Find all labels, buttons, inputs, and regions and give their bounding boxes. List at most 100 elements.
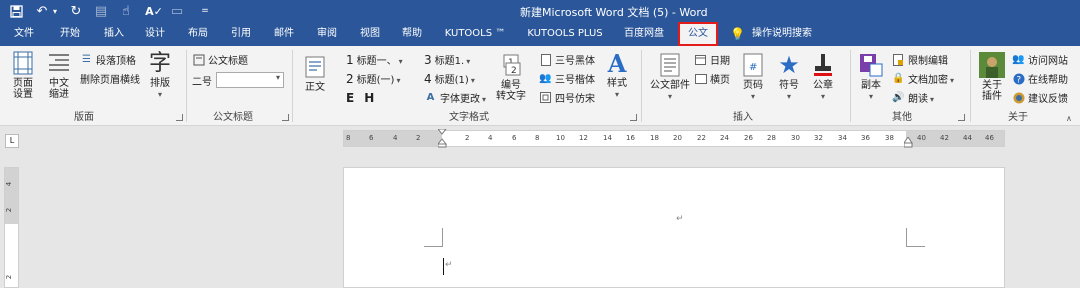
title-size-label: 二号: [192, 77, 212, 88]
font-change-button[interactable]: A 字体更改: [424, 89, 486, 106]
tab-layout[interactable]: 布局: [182, 22, 214, 46]
typesetting-button[interactable]: 字 排版 ▾: [146, 50, 174, 100]
tab-references[interactable]: 引用: [225, 22, 257, 46]
number-icon: 12: [498, 52, 524, 78]
heading-4-button[interactable]: 4 标题(1): [424, 70, 475, 87]
svg-text:#: #: [749, 62, 757, 73]
read-aloud-button[interactable]: 🔊 朗读: [892, 89, 934, 106]
heading-3-button[interactable]: 3 标题1.: [424, 51, 470, 68]
chevron-down-icon: ▾: [275, 73, 280, 82]
restrict-icon: [892, 53, 905, 66]
remove-header-line-button[interactable]: 删除页眉横线: [80, 70, 140, 87]
visit-website-button[interactable]: 👥 访问网站: [1012, 51, 1068, 68]
chinese-indent-button[interactable]: 中文 缩进: [44, 50, 74, 100]
group-label-text-format: 文字格式: [449, 112, 489, 123]
tell-me-search[interactable]: 操作说明搜索: [752, 22, 818, 46]
official-seal-button[interactable]: 公章 ▾: [808, 52, 838, 102]
vertical-ruler[interactable]: 4 2 2: [4, 167, 19, 288]
group-launcher-text-format[interactable]: [630, 114, 637, 121]
doc-encrypt-button[interactable]: 🔒 文档加密: [892, 70, 954, 87]
touch-mode-icon[interactable]: ☝: [118, 3, 134, 19]
feedback-button[interactable]: 建议反馈: [1012, 89, 1068, 106]
collapse-ribbon-icon[interactable]: ∧: [1066, 114, 1072, 123]
print-preview-icon[interactable]: ▭: [169, 3, 185, 19]
tab-kutools[interactable]: KUTOOLS ™: [438, 22, 512, 46]
style-button[interactable]: A 样式 ▾: [602, 50, 632, 100]
group-separator: [641, 50, 642, 122]
heading-2-button[interactable]: 2 标题(一): [346, 70, 400, 87]
tab-help[interactable]: 帮助: [396, 22, 428, 46]
group-label-banmian: 版面: [74, 112, 94, 123]
title-icon: [192, 53, 205, 66]
undo-dropdown-icon[interactable]: ▾: [50, 3, 60, 19]
title-size-select[interactable]: ▾: [216, 72, 284, 88]
page-number-button[interactable]: # 页码 ▾: [738, 52, 768, 102]
paragraph-top-align-button[interactable]: ☰ 段落顶格: [80, 51, 136, 68]
crop-mark-top-left: [424, 228, 443, 247]
doc-parts-button[interactable]: 公文部件 ▾: [648, 52, 692, 102]
online-help-button[interactable]: ? 在线帮助: [1012, 70, 1068, 87]
gongwen-title-button[interactable]: 公文标题: [192, 51, 248, 68]
tab-home[interactable]: 开始: [54, 22, 86, 46]
tab-insert[interactable]: 插入: [98, 22, 130, 46]
document-icon: [539, 53, 552, 66]
group-separator: [186, 50, 187, 122]
page-number-icon: #: [740, 52, 766, 78]
copy-button[interactable]: 副本 ▾: [856, 52, 886, 102]
tab-kutools-plus[interactable]: KUTOOLS PLUS: [522, 22, 608, 46]
page-setup-button[interactable]: 页面 设置: [8, 50, 38, 100]
e-button[interactable]: E: [346, 91, 354, 105]
number-to-text-button[interactable]: 12 编号 转文字: [494, 52, 528, 102]
e-h-buttons[interactable]: E H: [346, 89, 374, 106]
right-indent-marker-icon[interactable]: [903, 136, 913, 148]
body-text-icon: [302, 54, 328, 80]
undo-icon[interactable]: ↶: [34, 3, 50, 19]
customize-qat-icon[interactable]: =: [199, 3, 211, 19]
tab-design[interactable]: 设计: [139, 22, 171, 46]
font-change-icon: A: [426, 92, 435, 103]
format-painter-icon[interactable]: A✓: [145, 3, 163, 19]
new-doc-icon[interactable]: ▤: [93, 3, 109, 19]
body-text-button[interactable]: 正文: [300, 54, 330, 93]
svg-text:?: ?: [1016, 75, 1021, 85]
group-launcher-banmian[interactable]: [176, 114, 183, 121]
h-button[interactable]: H: [364, 91, 374, 105]
tab-selector[interactable]: L: [5, 134, 19, 148]
tab-file[interactable]: 文件: [8, 22, 40, 46]
doc-parts-icon: [657, 52, 683, 78]
stamp-icon: [810, 52, 836, 78]
tab-baidu-netdisk[interactable]: 百度网盘: [617, 22, 671, 46]
group-launcher-gongwen-title[interactable]: [282, 114, 289, 121]
star-icon: ★: [778, 50, 800, 79]
group-separator: [970, 50, 971, 122]
document-page[interactable]: ↵ ↵: [343, 167, 1005, 288]
insert-date-button[interactable]: 日期: [694, 51, 730, 68]
feedback-icon: [1012, 91, 1025, 104]
align-top-icon: ☰: [82, 54, 91, 65]
symbol-button[interactable]: ★ 符号 ▾: [774, 52, 804, 102]
group-launcher-other[interactable]: [958, 114, 965, 121]
font-heiti-button[interactable]: 三号黑体: [539, 51, 595, 68]
cursor-paragraph-mark: ↵: [445, 260, 453, 270]
font-kaiti-button[interactable]: 👥 三号楷体: [539, 70, 595, 87]
save-icon[interactable]: [8, 3, 24, 19]
redo-icon[interactable]: ↻: [68, 3, 84, 19]
users-icon: 👥: [1012, 54, 1025, 65]
restrict-edit-button[interactable]: 限制编辑: [892, 51, 948, 68]
group-separator: [850, 50, 851, 122]
horizontal-ruler[interactable]: 8 6 4 2 2 4 6 8 10 12 14 16 18 20 22 24 …: [343, 128, 1005, 148]
tab-gongwen[interactable]: 公文: [678, 22, 718, 46]
paragraph-mark: ↵: [676, 214, 684, 224]
font-fangsong-button[interactable]: 四号仿宋: [539, 89, 595, 106]
indent-marker-icon[interactable]: [436, 128, 448, 148]
tab-mailings[interactable]: 邮件: [268, 22, 300, 46]
group-label-insert: 插入: [733, 112, 753, 123]
landscape-page-button[interactable]: 横页: [694, 70, 730, 87]
ribbon-tab-bar: 文件 开始 插入 设计 布局 引用 邮件 审阅 视图 帮助 KUTOOLS ™ …: [0, 22, 1080, 46]
help-icon: ?: [1012, 72, 1025, 85]
tab-view[interactable]: 视图: [354, 22, 386, 46]
heading-1-button[interactable]: 1 标题一、: [346, 51, 403, 68]
tab-review[interactable]: 审阅: [311, 22, 343, 46]
about-plugin-button[interactable]: 关于 插件: [976, 52, 1008, 102]
lightbulb-icon: 💡: [730, 27, 745, 41]
